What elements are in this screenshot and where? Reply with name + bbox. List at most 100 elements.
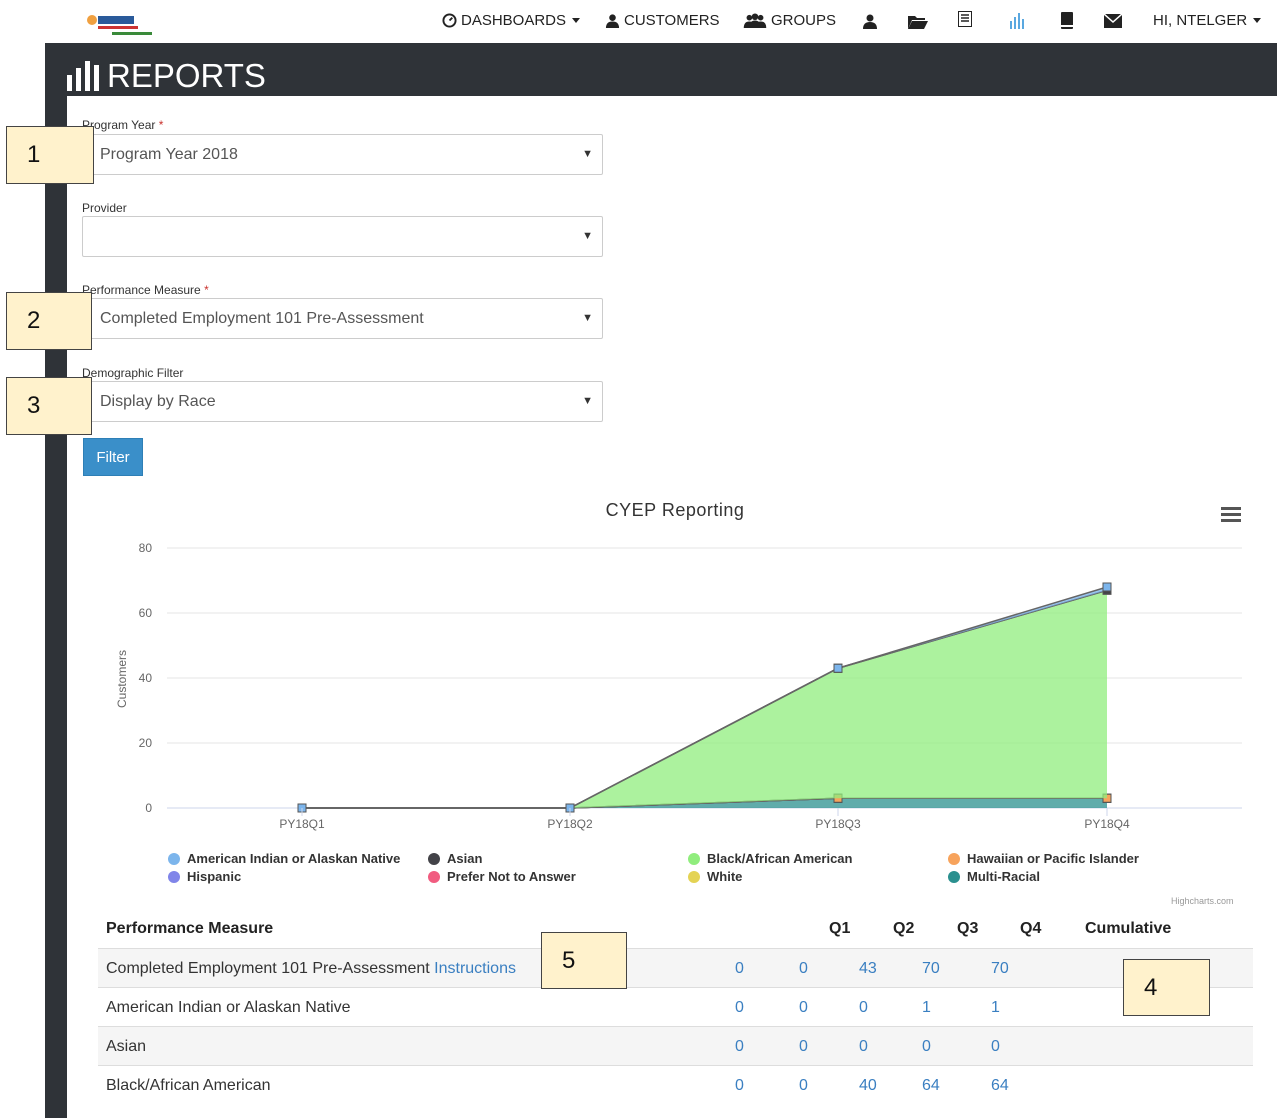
table-cell-value[interactable]: 70	[991, 960, 1009, 978]
x-tick-label: PY18Q3	[815, 817, 861, 831]
table-cell-value[interactable]: 0	[922, 1038, 931, 1056]
x-tick-label: PY18Q4	[1084, 817, 1130, 831]
legend-item[interactable]: Multi-Racial	[948, 869, 1040, 884]
table-cell-value[interactable]: 0	[799, 960, 808, 978]
table-cell-value[interactable]: 64	[922, 1077, 940, 1095]
legend-item[interactable]: American Indian or Alaskan Native	[168, 851, 400, 866]
table-cell-value[interactable]: 0	[735, 1077, 744, 1095]
table-cell-value[interactable]: 0	[799, 1077, 808, 1095]
chevron-down-icon	[1253, 18, 1262, 23]
legend-label: Multi-Racial	[967, 869, 1040, 884]
performance-measure-label: Performance Measure *	[82, 283, 209, 297]
chart-title: CYEP Reporting	[605, 500, 745, 520]
table-row: Asian 0 0 0 0 0	[98, 1026, 1253, 1065]
legend-label: Asian	[447, 851, 483, 866]
demographic-filter-select[interactable]: Display by Race ▼	[82, 381, 603, 422]
data-point	[1102, 585, 1112, 595]
chart-menu-icon[interactable]	[1221, 507, 1241, 523]
provider-select[interactable]: ▼	[82, 216, 603, 257]
program-year-label: Program Year *	[82, 118, 164, 132]
legend-item[interactable]: White	[688, 869, 742, 884]
y-tick-label: 40	[139, 671, 153, 685]
area-series	[302, 798, 1107, 808]
legend-item[interactable]: Hawaiian or Pacific Islander	[948, 851, 1139, 866]
nav-customers[interactable]: CUSTOMERS	[605, 12, 720, 29]
worknet-logo[interactable]	[84, 6, 156, 38]
table-cell-value[interactable]: 64	[991, 1077, 1009, 1095]
nav-dashboards[interactable]: DASHBOARDS	[442, 12, 581, 29]
table-cell-value[interactable]: 0	[799, 1038, 808, 1056]
row-label: Completed Employment 101 Pre-Assessment …	[106, 960, 516, 978]
data-point	[297, 803, 307, 813]
row-label-text: Completed Employment 101 Pre-Assessment	[106, 960, 430, 977]
reports-bar-chart-icon[interactable]	[1010, 13, 1026, 29]
callout-5: 5	[541, 932, 627, 989]
data-point	[297, 803, 307, 813]
left-sidebar-strip	[45, 43, 67, 1118]
table-cell-value[interactable]: 70	[922, 960, 940, 978]
table-cell-value[interactable]: 43	[859, 960, 877, 978]
area-series	[302, 798, 1107, 808]
table-cell-value[interactable]: 40	[859, 1077, 877, 1095]
callout-3: 3	[6, 377, 92, 435]
table-cell-value[interactable]: 0	[735, 960, 744, 978]
reports-bar-chart-icon	[67, 61, 99, 91]
table-cell-value[interactable]: 1	[922, 999, 931, 1017]
list-document-icon[interactable]	[958, 11, 972, 27]
profile-icon[interactable]	[862, 13, 878, 29]
performance-measure-value: Completed Employment 101 Pre-Assessment	[100, 310, 424, 327]
program-year-select[interactable]: Program Year 2018 ▼	[82, 134, 603, 175]
user-menu[interactable]: HI, NTELGER	[1153, 12, 1262, 29]
performance-measure-select[interactable]: Completed Employment 101 Pre-Assessment ▼	[82, 298, 603, 339]
legend-item[interactable]: Prefer Not to Answer	[428, 869, 576, 884]
row-label: Black/African American	[106, 1077, 271, 1095]
highcharts-credits[interactable]: Highcharts.com	[1171, 896, 1234, 906]
legend-item[interactable]: Hispanic	[168, 869, 241, 884]
envelope-icon[interactable]	[1104, 14, 1122, 28]
legend-label: Black/African American	[707, 851, 853, 866]
area-series	[302, 590, 1107, 808]
data-point	[565, 803, 575, 813]
data-point	[833, 663, 843, 673]
series-line	[302, 797, 1107, 809]
table-cell-value[interactable]: 0	[859, 1038, 868, 1056]
legend-label: White	[707, 869, 743, 884]
book-icon[interactable]	[1060, 12, 1074, 29]
area-series	[302, 798, 1107, 808]
data-point	[565, 803, 575, 813]
data-point	[297, 803, 307, 813]
legend-item[interactable]: Asian	[428, 851, 482, 866]
data-point	[1102, 793, 1112, 803]
data-point	[565, 803, 575, 813]
data-point	[1102, 585, 1112, 595]
data-point	[833, 663, 843, 673]
demographic-filter-label: Demographic Filter	[82, 366, 184, 380]
table-cell-value[interactable]: 0	[799, 999, 808, 1017]
data-point	[565, 803, 575, 813]
series-line	[302, 797, 1107, 809]
table-cell-value[interactable]: 1	[991, 999, 1000, 1017]
folder-open-icon[interactable]	[908, 14, 928, 29]
table-row: Completed Employment 101 Pre-Assessment …	[98, 948, 1253, 987]
legend-marker-icon	[168, 852, 180, 865]
filter-button[interactable]: Filter	[83, 438, 143, 476]
group-icon	[743, 13, 767, 28]
legend-item[interactable]: Black/African American	[688, 851, 852, 866]
table-cell-value[interactable]: 0	[735, 999, 744, 1017]
series-line	[302, 797, 1107, 809]
data-point	[297, 803, 307, 813]
table-cell-value[interactable]: 0	[859, 999, 868, 1017]
table-cell-value[interactable]: 0	[735, 1038, 744, 1056]
series-line	[302, 797, 1107, 809]
demographic-filter-value: Display by Race	[100, 393, 216, 410]
col-q2: Q2	[893, 920, 915, 937]
nav-groups[interactable]: GROUPS	[743, 12, 836, 29]
instructions-link[interactable]: Instructions	[434, 960, 516, 977]
y-tick-label: 20	[139, 736, 153, 750]
nav-dashboards-label: DASHBOARDS	[461, 12, 567, 29]
table-cell-value[interactable]: 0	[991, 1038, 1000, 1056]
dropdown-arrow-icon: ▼	[582, 230, 593, 242]
legend-marker-icon	[688, 852, 700, 865]
data-point	[833, 793, 843, 803]
legend-label: Hispanic	[187, 869, 242, 884]
